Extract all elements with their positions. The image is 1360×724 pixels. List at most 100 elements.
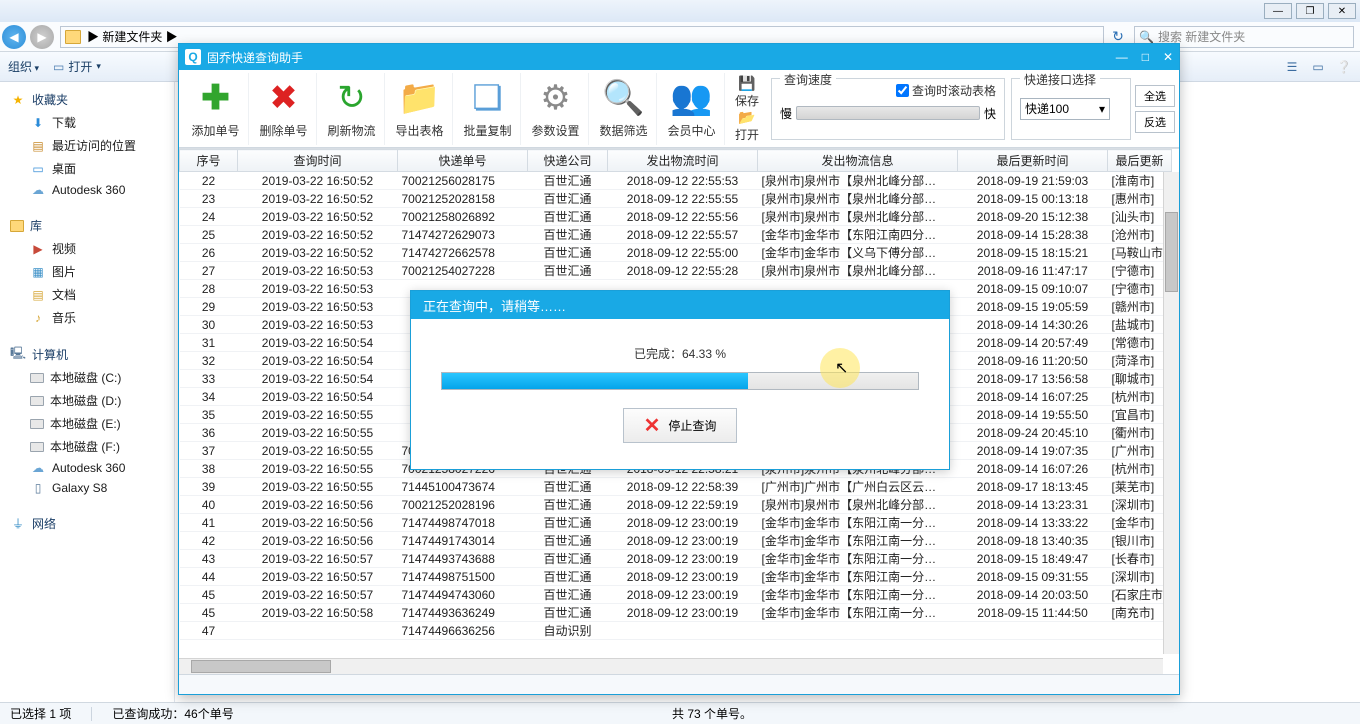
settings-button[interactable]: ⚙参数设置 [523,73,589,145]
sidebar-computer-head[interactable]: 🖳计算机 [0,343,174,366]
sidebar-item-pictures[interactable]: ▦图片 [0,260,174,283]
open-icon: 📂 [738,109,755,126]
view-icon[interactable]: ☰ [1284,59,1300,75]
interface-combo[interactable]: 快递100▾ [1020,98,1110,120]
sidebar-libraries-head[interactable]: 库 [0,214,174,237]
win-close[interactable]: ✕ [1328,3,1356,19]
sidebar-item-drive-f[interactable]: 本地磁盘 (F:) [0,435,174,458]
nav-back-button[interactable]: ◀ [2,25,26,49]
chevron-down-icon: ▾ [1099,102,1105,116]
table-row[interactable]: 452019-03-22 16:50:5871474493636249百世汇通2… [180,604,1172,622]
delete-tracking-button[interactable]: ✖删除单号 [251,73,317,145]
table-row[interactable]: 392019-03-22 16:50:5571445100473674百世汇通2… [180,478,1172,496]
export-icon: 📁 [399,78,441,118]
sidebar-item-galaxy[interactable]: ▯Galaxy S8 [0,478,174,498]
help-icon[interactable]: ❔ [1336,59,1352,75]
filter-icon: 🔍 [603,78,645,118]
stop-query-button[interactable]: ✕停止查询 [623,408,738,443]
drive-icon [30,373,44,383]
scroll-check[interactable]: 查询时滚动表格 [896,82,996,99]
sidebar-network-head[interactable]: ⏚网络 [0,512,174,535]
sidebar-item-videos[interactable]: ▶视频 [0,237,174,260]
column-header[interactable]: 快递单号 [398,150,528,172]
app-status [179,674,1179,694]
sidebar-favorites-head[interactable]: ★收藏夹 [0,88,174,111]
cloud-icon: ☁ [30,461,46,475]
progress-dialog: 正在查询中，请稍等…… 已完成：64.33 % ✕停止查询 [410,290,950,470]
app-close[interactable]: ✕ [1163,50,1173,64]
vertical-scrollbar[interactable] [1163,172,1179,654]
music-icon: ♪ [30,311,46,325]
refresh-logistics-button[interactable]: ↻刷新物流 [319,73,385,145]
computer-icon: 🖳 [10,348,26,362]
drive-icon [30,442,44,452]
sidebar-item-drive-e[interactable]: 本地磁盘 (E:) [0,412,174,435]
table-row[interactable]: 432019-03-22 16:50:5771474493743688百世汇通2… [180,550,1172,568]
column-header[interactable]: 快递公司 [528,150,608,172]
add-tracking-button[interactable]: ✚添加单号 [183,73,249,145]
table-row[interactable]: 222019-03-22 16:50:5270021256028175百世汇通2… [180,172,1172,190]
open-button[interactable]: 📂打开 [727,110,767,142]
organize-menu[interactable]: 组织 [8,58,39,75]
copy-icon: ❏ [467,78,509,118]
user-icon: 👥 [671,78,713,118]
status-total: 共 73 个单号。 [672,705,752,722]
table-row[interactable]: 232019-03-22 16:50:5270021252028158百世汇通2… [180,190,1172,208]
plus-icon: ✚ [195,78,237,118]
sidebar-item-autodesk2[interactable]: ☁Autodesk 360 [0,458,174,478]
picture-icon: ▦ [30,265,46,279]
drive-icon [30,396,44,406]
horizontal-scrollbar[interactable] [179,658,1163,674]
progress-bar [441,372,919,390]
table-row[interactable]: 272019-03-22 16:50:5370021254027228百世汇通2… [180,262,1172,280]
win-maximize[interactable]: ❐ [1296,3,1324,19]
delete-icon: ✖ [263,78,305,118]
table-row[interactable]: 402019-03-22 16:50:5670021252028196百世汇通2… [180,496,1172,514]
member-center-button[interactable]: 👥会员中心 [659,73,725,145]
status-bar: 已选择 1 项 已查询成功：46个单号 共 73 个单号。 [0,702,1360,724]
table-row[interactable]: 262019-03-22 16:50:5271474272662578百世汇通2… [180,244,1172,262]
table-row[interactable]: 422019-03-22 16:50:5671474491743014百世汇通2… [180,532,1172,550]
batch-copy-button[interactable]: ❏批量复制 [455,73,521,145]
column-header[interactable]: 序号 [180,150,238,172]
sidebar: ★收藏夹 ⬇下载 ▤最近访问的位置 ▭桌面 ☁Autodesk 360 库 ▶视… [0,82,175,702]
table-row[interactable]: 452019-03-22 16:50:5771474494743060百世汇通2… [180,586,1172,604]
app-maximize[interactable]: □ [1142,50,1149,64]
sidebar-item-downloads[interactable]: ⬇下载 [0,111,174,134]
speed-slider[interactable] [796,106,980,120]
preview-icon[interactable]: ▭ [1310,59,1326,75]
progress-label: 已完成：64.33 % [433,345,927,362]
data-filter-button[interactable]: 🔍数据筛选 [591,73,657,145]
table-row[interactable]: 412019-03-22 16:50:5671474498747018百世汇通2… [180,514,1172,532]
column-header[interactable]: 最后更新时间 [958,150,1108,172]
save-button[interactable]: 💾保存 [727,76,767,108]
sidebar-item-drive-c[interactable]: 本地磁盘 (C:) [0,366,174,389]
sidebar-item-desktop[interactable]: ▭桌面 [0,157,174,180]
column-header[interactable]: 发出物流信息 [758,150,958,172]
app-minimize[interactable]: — [1116,50,1128,64]
nav-forward-button[interactable]: ▶ [30,25,54,49]
close-icon: ✕ [644,413,661,438]
export-table-button[interactable]: 📁导出表格 [387,73,453,145]
sidebar-item-autodesk[interactable]: ☁Autodesk 360 [0,180,174,200]
open-menu[interactable]: ▭打开 [53,58,101,75]
sidebar-item-music[interactable]: ♪音乐 [0,306,174,329]
table-row[interactable]: 4771474496636256自动识别 [180,622,1172,640]
column-header[interactable]: 最后更新 [1108,150,1172,172]
win-titlebar: — ❐ ✕ [0,0,1360,22]
table-row[interactable]: 442019-03-22 16:50:5771474498751500百世汇通2… [180,568,1172,586]
column-header[interactable]: 查询时间 [238,150,398,172]
sidebar-item-drive-d[interactable]: 本地磁盘 (D:) [0,389,174,412]
sidebar-item-documents[interactable]: ▤文档 [0,283,174,306]
table-row[interactable]: 252019-03-22 16:50:5271474272629073百世汇通2… [180,226,1172,244]
refresh-icon: ↻ [331,78,373,118]
app-titlebar[interactable]: Q 固乔快递查询助手 — □ ✕ [179,44,1179,70]
recent-icon: ▤ [30,139,46,153]
select-all-button[interactable]: 全选 [1135,85,1175,107]
table-row[interactable]: 242019-03-22 16:50:5270021258026892百世汇通2… [180,208,1172,226]
invert-selection-button[interactable]: 反选 [1135,111,1175,133]
network-icon: ⏚ [10,517,26,531]
column-header[interactable]: 发出物流时间 [608,150,758,172]
sidebar-item-recent[interactable]: ▤最近访问的位置 [0,134,174,157]
win-minimize[interactable]: — [1264,3,1292,19]
